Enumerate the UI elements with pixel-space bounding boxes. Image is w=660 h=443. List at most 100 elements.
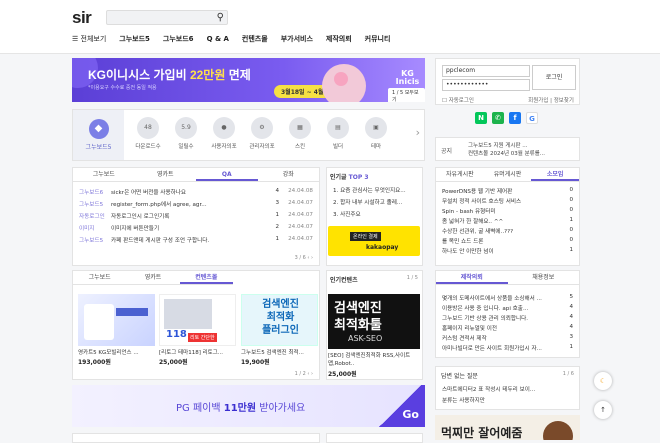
notice-text[interactable]: 그누보드5 지원 게시판 ... 컨텐츠몰 2024년 03월 분류를... xyxy=(468,142,545,158)
product-thumb[interactable] xyxy=(78,294,155,346)
list-item[interactable]: 자동로그인 자동로그인시 로그인기록 1 24.04.07 xyxy=(79,212,313,221)
search-input[interactable]: ⚲ xyxy=(106,10,228,25)
list-item[interactable]: 좀 넓혀가 한 잘해요.. ^^ 1 xyxy=(442,217,573,225)
tab-group[interactable]: 소모임 xyxy=(531,168,580,181)
list-item[interactable]: 커스텀 견적서 제작 3 xyxy=(442,334,573,342)
tab-youngcart[interactable]: 영카트 xyxy=(135,168,197,181)
product-thumb[interactable]: 검색엔진 최적화 플러그인 xyxy=(241,294,318,346)
darkmode-icon[interactable]: ☾ xyxy=(594,372,612,390)
nav-item-services[interactable]: 부가서비스 xyxy=(281,34,313,44)
tab-gnuboard[interactable]: 그누보드 xyxy=(73,168,135,181)
theme-link[interactable]: ▣ 테마 xyxy=(357,117,395,150)
list-item[interactable]: 그누보드5 register_form.php에서 agree, agr... 3 2… xyxy=(79,200,313,209)
list-item[interactable]: 를 목민 쇼드 드론 0 xyxy=(442,237,573,245)
site-logo[interactable]: sir xyxy=(72,8,92,28)
product-thumb[interactable]: 118 리토 간단한 xyxy=(159,294,236,346)
login-box: ppclecom •••••••••••• 로그인 ☐ 자동로그인 회원가입 |… xyxy=(435,58,580,105)
tab-qa[interactable]: QA xyxy=(196,168,258,181)
list-item[interactable]: 3. 사진주요 xyxy=(333,210,361,218)
gnuboard5-quick[interactable]: ◆ 그누보드5 xyxy=(73,110,124,160)
qa-pager[interactable]: 3 / 6 ‹ › xyxy=(295,255,313,261)
nav-all[interactable]: ☰ 전체보기 xyxy=(72,34,106,44)
list-item[interactable]: 스마트에디터2 표 작성시 테두리 보이... xyxy=(442,385,573,393)
skin-link[interactable]: ▦ 스킨 xyxy=(281,117,319,150)
list-item[interactable]: 몇개의 도메사이트에서 상품을 소싱해서 ... 5 xyxy=(442,294,573,302)
list-item[interactable]: 그누보드6 sickr은 어떤 버전을 사용하나요 4 24.04.08 xyxy=(79,188,313,197)
nav-item-community[interactable]: 커뮤니티 xyxy=(365,34,391,44)
popular-content-pager[interactable]: 1 / 5 xyxy=(407,275,418,281)
list-item[interactable]: Spin - bash 유형터미 0 xyxy=(442,207,573,215)
list-item[interactable]: 1. 요즘 관심사는 무엇인지요... xyxy=(333,186,406,194)
nav-item-contentmall[interactable]: 컨텐츠몰 xyxy=(242,34,268,44)
admin-forum[interactable]: ⚙ 관리자의포 xyxy=(243,117,281,150)
list-item[interactable]: 하나도 안 이만한 넘이 1 xyxy=(442,247,573,255)
tab-humor[interactable]: 유머게시판 xyxy=(484,168,532,181)
bottom-panel xyxy=(72,433,320,443)
product-name[interactable]: [리토그 테마118] 리토그... xyxy=(159,348,237,356)
popular-title: 인기글 TOP 3 xyxy=(330,174,369,181)
pg-text: PG 페이백 11만원 받아가세요 xyxy=(176,403,306,414)
tab-free[interactable]: 자유게시판 xyxy=(436,168,484,181)
login-button[interactable]: 로그인 xyxy=(532,65,576,90)
login-links: 회원가입 | 정보찾기 xyxy=(528,98,574,104)
list-item[interactable]: 이미지 이미지에 버튼만들기 2 24.04.07 xyxy=(79,224,313,233)
password-field[interactable]: •••••••••••• xyxy=(442,79,530,91)
nav-item-request[interactable]: 제작의뢰 xyxy=(326,34,352,44)
google-icon[interactable]: G xyxy=(526,112,538,124)
auto-login-checkbox[interactable]: ☐ 자동로그인 xyxy=(442,96,474,104)
list-item[interactable]: 무설치 정적 사이트 호스팅 서비스 0 xyxy=(442,197,573,205)
product-price: 25,000원 xyxy=(328,371,357,378)
product-name[interactable]: [SEO] 검색엔진최적화 RSS,사이트맵,Robot.. xyxy=(328,352,420,368)
notice-label: 공지 xyxy=(441,148,453,155)
seo-ad[interactable]: 검색엔진 최적화툴 ASK-SEO xyxy=(328,294,420,349)
search-icon[interactable]: ⚲ xyxy=(217,12,224,23)
product-name[interactable]: 영카트5 KG모빌리언스 ... xyxy=(78,348,156,356)
product-price: 193,000원 xyxy=(78,359,111,366)
list-item[interactable]: 그누보드5 카페 판드앤데 게시판 구성 조언 구합니다. 1 24.04.07 xyxy=(79,236,313,245)
map-icon: ▦ xyxy=(289,117,311,139)
list-item[interactable]: 2. 합자 내부 시설하고 졸레... xyxy=(333,198,402,206)
list-item[interactable]: 이용방은 사용 중 입니다. api 호출... 4 xyxy=(442,304,573,312)
list-item[interactable]: 수상한 선관위, 굴 새벽에..??? 0 xyxy=(442,227,573,235)
scroll-top-icon[interactable]: ↑ xyxy=(594,401,612,419)
facebook-icon[interactable]: f xyxy=(509,112,521,124)
nav-item-gnuboard6[interactable]: 그누보드6 xyxy=(163,34,194,44)
tab-jobs[interactable]: 채용정보 xyxy=(508,271,580,284)
list-item[interactable]: PowerDNS용 웹 기반 제어판 0 xyxy=(442,187,573,195)
banner-title: KG이니시스 가입비 22만원 면제 xyxy=(88,68,251,82)
pg-payback-banner[interactable]: PG 페이백 11만원 받아가세요 Go xyxy=(72,385,425,427)
user-forum[interactable]: ● 사용자의포 xyxy=(205,117,243,150)
go-button[interactable]: Go xyxy=(375,385,425,427)
tab-gnuboard[interactable]: 그누보드 xyxy=(73,271,126,284)
phone-icon[interactable]: ✆ xyxy=(492,112,504,124)
product-name[interactable]: 그누보드5 검색엔진 최적... xyxy=(241,348,319,356)
banner-pager[interactable]: 1 / 5 모두보기 xyxy=(388,88,425,102)
find-link[interactable]: 정보찾기 xyxy=(554,98,574,104)
list-item[interactable]: 아미나빌더로 만든 사이트 회원가입시 자... 1 xyxy=(442,344,573,352)
username-field[interactable]: ppclecom xyxy=(442,65,530,77)
unanswered-pager[interactable]: 1 / 6 xyxy=(563,371,574,377)
chevron-right-icon[interactable]: › xyxy=(416,126,420,139)
join-link[interactable]: 회원가입 xyxy=(528,98,548,104)
naver-icon[interactable]: N xyxy=(475,112,487,124)
tab-contentmall[interactable]: 컨텐츠몰 xyxy=(179,271,233,284)
nav-item-qa[interactable]: Q & A xyxy=(207,35,229,43)
unanswered-title: 답변 없는 질문 xyxy=(441,373,478,380)
list-item[interactable]: 분류는 사용하지만 xyxy=(442,396,573,404)
chat-icon: ● xyxy=(213,117,235,139)
download-count[interactable]: 48 다운로드수 xyxy=(129,117,167,150)
tab-youngcart[interactable]: 영카트 xyxy=(126,271,179,284)
kakaopay-ad[interactable]: 온라인 결제 kakaopay xyxy=(328,226,420,256)
nav-item-gnuboard5[interactable]: 그누보드5 xyxy=(119,34,150,44)
bottom-ad[interactable]: 먹찌만 잘어예줌 xyxy=(435,415,580,440)
builder-link[interactable]: ▤ 빌더 xyxy=(319,117,357,150)
top-bar: sir ⚲ ☰ 전체보기 그누보드5 그누보드6 Q & A 컨텐츠몰 부가서비… xyxy=(0,0,660,54)
tab-request[interactable]: 제작의뢰 xyxy=(436,271,508,284)
inicis-banner[interactable]: KG이니시스 가입비 22만원 면제 *이용요구 수수료 중전 동일 적용 3월… xyxy=(72,58,425,102)
shop-pager[interactable]: 1 / 2 ‹ › xyxy=(295,371,313,377)
unanswered-panel: 답변 없는 질문 1 / 6 스마트에디터2 표 작성시 테두리 보이... 분… xyxy=(435,366,580,410)
tab-lecture[interactable]: 강좌 xyxy=(258,168,320,181)
list-item[interactable]: 그누보드 기반 상용 관리 의뢰합니다. 4 xyxy=(442,314,573,322)
list-item[interactable]: 홈페이지 리뉴얼및 이전 4 xyxy=(442,324,573,332)
release-count[interactable]: 5.9 일릴수 xyxy=(167,117,205,150)
